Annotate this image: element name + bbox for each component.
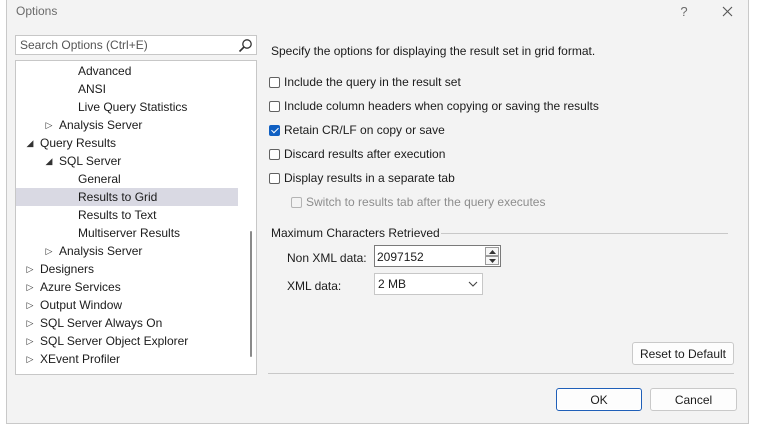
expanded-arrow-icon[interactable]: ◢ [44, 152, 54, 170]
checkbox-label[interactable]: Include column headers when copying or s… [284, 99, 599, 113]
tree-item[interactable]: ANSI [16, 80, 238, 98]
triangle-down-icon [488, 258, 496, 263]
checkbox-box[interactable] [269, 100, 280, 112]
tree-item[interactable]: Advanced [16, 62, 238, 80]
non-xml-data-input[interactable] [375, 246, 484, 268]
include-column-headers-checkbox[interactable]: Include column headers when copying or s… [269, 97, 599, 115]
collapsed-arrow-icon[interactable]: ▷ [25, 260, 35, 278]
tree-item-label[interactable]: Results to Text [78, 206, 156, 224]
spin-up-button[interactable] [485, 247, 499, 256]
tree-item[interactable]: ▷ Analysis Server [16, 116, 238, 134]
collapsed-arrow-icon[interactable]: ▷ [25, 278, 35, 296]
tree-item[interactable]: Multiserver Results [16, 224, 238, 242]
collapsed-arrow-icon[interactable]: ▷ [25, 296, 35, 314]
tree-item-label[interactable]: Designers [40, 260, 94, 278]
tree-item[interactable]: Live Query Statistics [16, 98, 238, 116]
tree-scrollbar-thumb[interactable] [250, 231, 252, 357]
checkbox-label[interactable]: Discard results after execution [284, 147, 445, 161]
collapsed-arrow-icon[interactable]: ▷ [44, 116, 54, 134]
panel-description: Specify the options for displaying the r… [271, 44, 596, 58]
checkbox-box[interactable] [269, 124, 280, 136]
tree-item-label[interactable]: XEvent Profiler [40, 350, 120, 368]
tree-item[interactable]: ▷ Analysis Server [16, 242, 238, 260]
tree-item[interactable]: ▷ Azure Services [16, 278, 238, 296]
tree-item[interactable]: ▷ XEvent Profiler [16, 350, 238, 368]
xml-data-select[interactable]: 2 MB [374, 273, 483, 295]
tree-item[interactable]: General [16, 170, 238, 188]
checkbox-box[interactable] [269, 172, 280, 184]
ok-button[interactable]: OK [556, 388, 642, 411]
tree-item-label[interactable]: SQL Server [59, 152, 121, 170]
tree-item-label[interactable]: ANSI [78, 80, 106, 98]
expanded-arrow-icon[interactable]: ◢ [25, 134, 35, 152]
footer-divider [268, 373, 734, 374]
collapsed-arrow-icon[interactable]: ▷ [25, 332, 35, 350]
tree-item[interactable]: ◢ Query Results [16, 134, 238, 152]
checkbox-box [291, 196, 302, 208]
reset-button-label: Reset to Default [639, 346, 727, 361]
tree-item-label[interactable]: Analysis Server [59, 116, 142, 134]
reset-to-default-button[interactable]: Reset to Default [632, 342, 734, 365]
collapsed-arrow-icon[interactable]: ▷ [44, 242, 54, 260]
search-input[interactable] [16, 36, 238, 54]
tree-item-label[interactable]: Live Query Statistics [78, 98, 187, 116]
options-tree[interactable]: Advanced ANSI Live Query Statistics ▷ Analys… [15, 60, 257, 375]
discard-results-checkbox[interactable]: Discard results after execution [269, 145, 445, 163]
window-title: Options [16, 4, 58, 18]
tree-item[interactable]: ▷ SQL Server Always On [16, 314, 238, 332]
tree-item[interactable]: ▷ Designers [16, 260, 238, 278]
retain-crlf-checkbox[interactable]: Retain CR/LF on copy or save [269, 121, 445, 139]
checkbox-label: Switch to results tab after the query ex… [306, 195, 546, 209]
tree-item-label[interactable]: Query Results [40, 134, 116, 152]
include-query-checkbox[interactable]: Include the query in the result set [269, 73, 461, 91]
chevron-down-icon [468, 281, 478, 287]
tree-item-label[interactable]: Analysis Server [59, 242, 142, 260]
checkbox-box[interactable] [269, 148, 280, 160]
collapsed-arrow-icon[interactable]: ▷ [25, 350, 35, 368]
xml-data-label: XML data: [287, 279, 342, 293]
tree-item-label[interactable]: Azure Services [40, 278, 121, 296]
tree-item[interactable]: ▷ Output Window [16, 296, 238, 314]
tree-item[interactable]: Results to Grid [16, 188, 238, 206]
search-icon[interactable] [238, 38, 253, 53]
ok-button-label: OK [590, 392, 608, 407]
checkbox-label[interactable]: Include the query in the result set [284, 75, 461, 89]
triangle-up-icon [488, 249, 496, 254]
max-chars-group-label: Maximum Characters Retrieved [271, 226, 444, 240]
tree-item-label[interactable]: Multiserver Results [78, 224, 180, 242]
tree-item-label[interactable]: Advanced [78, 62, 131, 80]
tree-item-label[interactable]: SQL Server Object Explorer [40, 332, 188, 350]
tree-item[interactable]: Results to Text [16, 206, 238, 224]
tree-item[interactable]: ◢ SQL Server [16, 152, 238, 170]
group-divider [441, 233, 728, 234]
cancel-button-label: Cancel [674, 392, 713, 407]
checkbox-box[interactable] [269, 76, 280, 88]
tree-item-label[interactable]: SQL Server Always On [40, 314, 162, 332]
spin-down-button[interactable] [485, 256, 499, 265]
xml-data-value: 2 MB [378, 277, 407, 291]
tree-item-label[interactable]: Results to Grid [78, 188, 157, 206]
checkbox-label[interactable]: Display results in a separate tab [284, 171, 455, 185]
checkbox-label[interactable]: Retain CR/LF on copy or save [284, 123, 445, 137]
tree-item[interactable]: ▷ SQL Server Object Explorer [16, 332, 238, 350]
non-xml-data-stepper[interactable] [374, 245, 501, 268]
tree-item-label[interactable]: Output Window [40, 296, 122, 314]
search-box[interactable] [15, 35, 257, 55]
tree-item-label[interactable]: General [78, 170, 121, 188]
cancel-button[interactable]: Cancel [650, 388, 737, 411]
collapsed-arrow-icon[interactable]: ▷ [25, 314, 35, 332]
separate-tab-checkbox[interactable]: Display results in a separate tab [269, 169, 455, 187]
non-xml-data-label: Non XML data: [287, 251, 367, 265]
switch-to-results-tab-checkbox: Switch to results tab after the query ex… [291, 193, 545, 211]
